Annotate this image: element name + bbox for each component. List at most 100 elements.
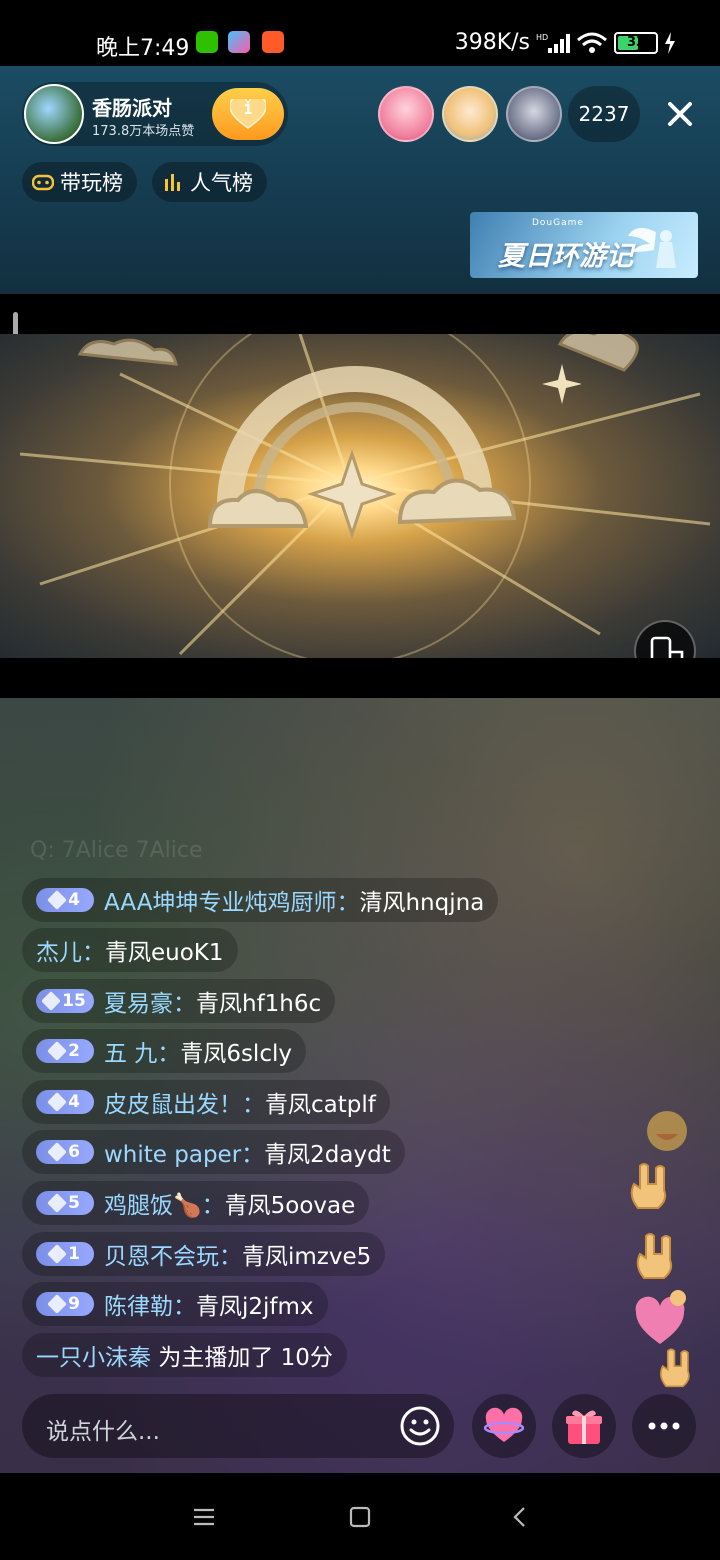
level-badge: 4	[36, 888, 94, 912]
chat-text: 青凤euoK1	[105, 940, 224, 966]
viewer-avatar[interactable]	[506, 86, 562, 142]
diamond-icon	[47, 1092, 67, 1112]
chat-username[interactable]: 鸡腿饭🍗：	[104, 1186, 225, 1220]
chat-message[interactable]: 4 皮皮鼠出发！： 青凤catplf	[22, 1080, 390, 1124]
rock-hand-icon	[636, 1233, 673, 1279]
video-frame-art	[19, 334, 711, 658]
chat-message[interactable]: 15 夏易豪： 青凤hf1h6c	[22, 979, 336, 1023]
level-number: 2	[68, 1041, 80, 1061]
svg-text:HD: HD	[536, 33, 548, 42]
carry-rank-button[interactable]: 带玩榜	[22, 162, 137, 202]
level-badge: 15	[36, 989, 94, 1013]
system-nav-bar	[0, 1473, 720, 1560]
wifi-icon	[577, 32, 607, 53]
viewer-avatar[interactable]	[378, 86, 434, 142]
chat-message[interactable]: 2 五 九： 青凤6slcly	[22, 1029, 306, 1073]
chat-username[interactable]: AAA坤坤专业炖鸡厨师：	[104, 883, 359, 917]
live-header: 香肠派对 173.8万本场点赞 1 2237 带玩榜 人气榜 DouGame 夏…	[0, 66, 720, 294]
status-right: 398K/s HD 33	[455, 30, 676, 55]
chat-username[interactable]: 皮皮鼠出发！：	[104, 1085, 265, 1119]
play-icon	[228, 31, 250, 53]
chat-text: 青凤catplf	[265, 1092, 376, 1118]
chat-text: 青凤5oovae	[224, 1193, 356, 1219]
host-likes: 173.8万本场点赞	[92, 124, 195, 139]
comment-input[interactable]: 说点什么...	[22, 1394, 454, 1458]
host-name: 香肠派对	[92, 96, 172, 120]
chat-message[interactable]: 5 鸡腿饭🍗： 青凤5oovae	[22, 1181, 370, 1225]
wechat-icon	[196, 31, 218, 53]
chat-username[interactable]: 陈律勒：	[104, 1287, 196, 1321]
gift-icon	[566, 1410, 602, 1444]
clock: 晚上7:49	[96, 36, 190, 61]
floating-reactions	[620, 1100, 710, 1400]
diamond-icon	[47, 1294, 67, 1314]
video-bottom-gap	[0, 658, 720, 698]
diamond-icon	[47, 1142, 67, 1162]
chat-text: 青凤imzve5	[242, 1244, 372, 1270]
popularity-rank-button[interactable]: 人气榜	[152, 162, 267, 202]
camera-app-icon	[262, 31, 284, 53]
home-icon[interactable]	[348, 1505, 372, 1529]
level-badge: 6	[36, 1140, 94, 1164]
diamond-icon	[47, 890, 67, 910]
more-button[interactable]	[632, 1394, 696, 1458]
chat-text: 青凤j2jfmx	[196, 1294, 314, 1320]
diamond-icon	[47, 1193, 67, 1213]
viewer-count[interactable]: 2237	[568, 86, 640, 142]
fan-club-button[interactable]: 1	[212, 88, 284, 140]
heart-planet-icon	[484, 1407, 524, 1442]
banner-brand: DouGame	[532, 218, 584, 228]
diamond-icon	[47, 1244, 67, 1264]
chat-message[interactable]: 6 white paper： 青凤2daydt	[22, 1130, 405, 1174]
chat-username[interactable]: 一只小沫秦	[36, 1338, 151, 1372]
level-number: 15	[62, 991, 86, 1011]
live-video[interactable]	[0, 334, 720, 658]
diamond-icon	[47, 1041, 67, 1061]
chat-username[interactable]: 杰儿：	[36, 933, 105, 967]
system-message[interactable]: 一只小沫秦 为主播加了 10分	[22, 1333, 347, 1377]
level-badge: 9	[36, 1292, 94, 1316]
chat-message[interactable]: 1 贝恩不会玩： 青凤imzve5	[22, 1232, 386, 1276]
chat-username[interactable]: 贝恩不会玩：	[104, 1237, 242, 1271]
popularity-rank-label: 人气榜	[190, 171, 253, 195]
host-card[interactable]: 香肠派对 173.8万本场点赞 1	[22, 82, 288, 146]
chat-message[interactable]: 4 AAA坤坤专业炖鸡厨师： 清风hnqjna	[22, 878, 499, 922]
level-number: 9	[68, 1294, 80, 1314]
level-badge: 2	[36, 1039, 94, 1063]
rock-hand-icon	[630, 1163, 667, 1209]
more-icon	[648, 1422, 680, 1430]
chat-text: 清风hnqjna	[359, 890, 485, 916]
comment-placeholder: 说点什么...	[46, 1419, 160, 1445]
chat-message[interactable]: 9 陈律勒： 青凤j2jfmx	[22, 1282, 328, 1326]
like-button[interactable]	[472, 1394, 536, 1458]
chat-text: 为主播加了 10分	[158, 1345, 333, 1371]
back-icon[interactable]	[508, 1505, 532, 1529]
level-badge: 1	[36, 1242, 94, 1266]
chat-area[interactable]: Q: 7Alice 7Alice 4 AAA坤坤专业炖鸡厨师： 清风hnqjna …	[0, 698, 720, 1473]
rock-hand-icon	[659, 1348, 690, 1388]
chat-username[interactable]: white paper：	[104, 1135, 264, 1169]
chat-username[interactable]: 夏易豪：	[104, 984, 196, 1018]
host-avatar[interactable]	[24, 84, 84, 144]
emoji-icon[interactable]	[398, 1404, 442, 1448]
viewer-avatar[interactable]	[442, 86, 498, 142]
level-number: 4	[68, 1092, 80, 1112]
diamond-icon	[41, 991, 62, 1011]
signal-icon: HD	[536, 33, 570, 53]
gamepad-icon	[32, 174, 54, 191]
chat-text: 青凤hf1h6c	[196, 991, 322, 1017]
status-bar: 晚上7:49 398K/s HD 33	[0, 0, 720, 66]
close-icon[interactable]	[660, 92, 700, 136]
chat-message[interactable]: 杰儿： 青凤euoK1	[22, 928, 238, 972]
menu-icon[interactable]	[192, 1505, 216, 1529]
video-top-gap	[0, 294, 720, 334]
gift-button[interactable]	[552, 1394, 616, 1458]
battery-level: 33	[626, 34, 646, 50]
fan-level: 1	[243, 103, 253, 118]
level-number: 1	[68, 1244, 80, 1264]
charging-icon	[665, 31, 675, 54]
event-banner[interactable]: DouGame 夏日环游记	[470, 212, 698, 278]
chat-username[interactable]: 五 九：	[104, 1034, 180, 1068]
laughing-emoji-icon	[647, 1111, 687, 1151]
heart-icon: 1	[229, 95, 267, 129]
